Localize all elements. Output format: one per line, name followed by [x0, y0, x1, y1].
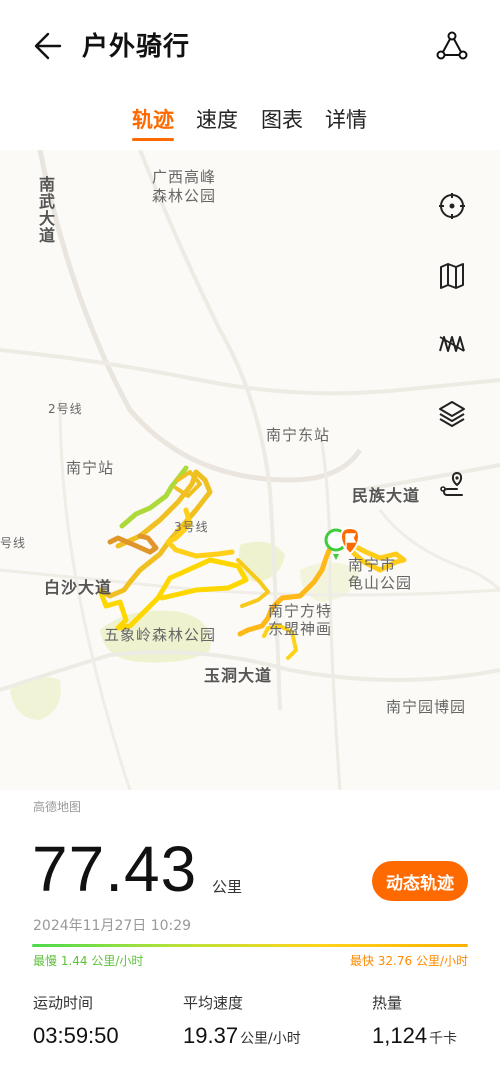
locate-button[interactable]: [432, 186, 472, 226]
map-label-line-left: 号线: [0, 536, 27, 550]
map-label-nanning-station: 南宁站: [66, 459, 115, 477]
route-map[interactable]: 广西高峰 森林公园 南武大道 2号线 南宁站 南宁东站 民族大道 3号线 号线 …: [0, 150, 500, 790]
tab-speed[interactable]: 速度: [196, 104, 238, 134]
stat-number: 1,124: [372, 1023, 428, 1048]
stat-label: 运动时间: [33, 994, 94, 1012]
map-label-guangxi-forest: 广西高峰 森林公园: [152, 168, 217, 205]
stat-label: 平均速度: [183, 994, 244, 1012]
stat-value: 1,124 千卡: [372, 1023, 457, 1049]
layers-icon: [439, 401, 465, 427]
map-label-guishan: 南宁市 龟山公园: [348, 556, 413, 592]
tab-track[interactable]: 轨迹: [132, 104, 174, 134]
distance-unit: 公里: [212, 878, 243, 896]
distance-value: 77.43: [32, 833, 198, 905]
stat-number: 19.37: [183, 1023, 239, 1048]
activity-date: 2024年11月27日 10:29: [33, 918, 192, 934]
track-style-icon: [439, 336, 465, 352]
stat-unit: 公里/小时: [240, 1031, 301, 1047]
end-marker: [340, 526, 360, 556]
stat-duration: 运动时间 03:59:50: [33, 992, 119, 1049]
back-button[interactable]: [30, 28, 66, 64]
stat-number: 03:59:50: [33, 1023, 119, 1048]
track-style-button[interactable]: [432, 324, 472, 364]
page-title: 户外骑行: [82, 32, 191, 62]
map-label-minzu: 民族大道: [352, 486, 421, 505]
stat-calories: 热量 1,124 千卡: [372, 992, 457, 1049]
map-label-expo-garden: 南宁园博园: [386, 698, 467, 716]
map-label-wuxiangling: 五象岭森林公园: [104, 626, 217, 644]
stat-unit: 千卡: [429, 1031, 458, 1047]
layers-button[interactable]: [432, 394, 472, 434]
dynamic-track-button[interactable]: 动态轨迹: [372, 861, 468, 901]
map-label-baisha: 白沙大道: [44, 578, 113, 597]
tab-bar: 轨迹 速度 图表 详情: [0, 104, 500, 144]
road: [0, 348, 500, 396]
active-tab-indicator: [132, 138, 174, 141]
stat-label: 热量: [372, 994, 403, 1012]
fastest-speed: 最快 32.76 公里/小时: [349, 954, 468, 968]
speed-gradient-bar: [32, 944, 468, 947]
map-label-fangte: 南宁方特 东盟神画: [268, 602, 333, 638]
map-label-nanning-east: 南宁东站: [266, 426, 331, 444]
stat-value: 03:59:50: [33, 1023, 119, 1049]
map-attribution: 高德地图: [33, 800, 82, 814]
tab-chart[interactable]: 图表: [261, 104, 303, 134]
route-pin-button[interactable]: [432, 464, 472, 504]
map-label-line3: 3号线: [174, 520, 209, 534]
locate-icon: [439, 193, 465, 219]
map-label-line2: 2号线: [48, 402, 83, 416]
map-icon: [440, 263, 464, 289]
tab-details[interactable]: 详情: [325, 104, 367, 134]
slowest-speed: 最慢 1.44 公里/小时: [33, 954, 144, 968]
share-button[interactable]: [434, 28, 470, 64]
stat-value: 19.37 公里/小时: [183, 1023, 301, 1049]
map-label-yudong: 玉洞大道: [204, 666, 273, 685]
share-icon: [436, 31, 468, 60]
map-label-nanwu: 南武大道: [36, 176, 55, 244]
map-type-button[interactable]: [432, 256, 472, 296]
back-arrow-icon: [34, 32, 62, 60]
app-header: 户外骑行: [0, 0, 500, 90]
route-pin-icon: [440, 471, 463, 496]
stat-avg-speed: 平均速度 19.37 公里/小时: [183, 992, 301, 1049]
